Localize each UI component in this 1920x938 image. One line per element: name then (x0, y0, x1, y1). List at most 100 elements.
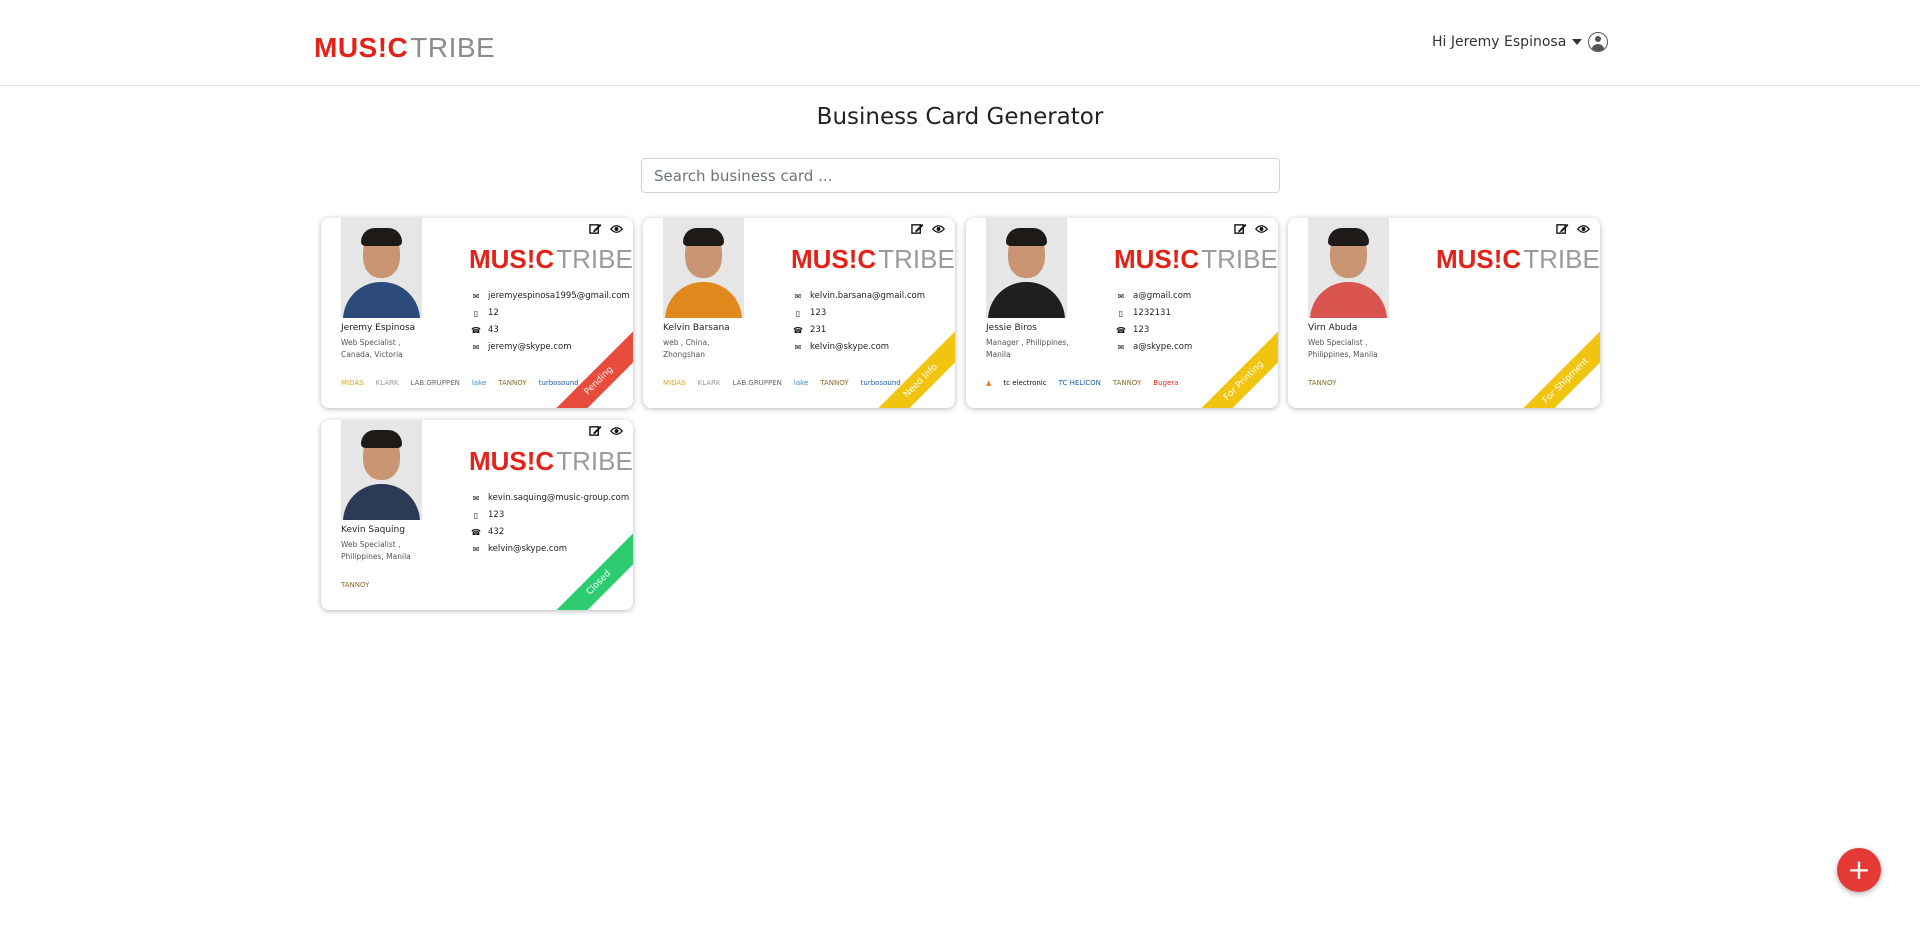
card-role-location: Philippines, Manila (341, 552, 411, 561)
card-role: web , China, Zhongshan (663, 337, 763, 361)
phone-icon: ☎ (1116, 326, 1126, 335)
contact-skype: jeremy@skype.com (488, 342, 572, 352)
eye-icon[interactable] (610, 223, 623, 235)
card-role-title: web , China, (663, 338, 710, 347)
card-name: Virn Abuda (1308, 323, 1358, 333)
card-logo: MUS!CTRIBE (1436, 244, 1600, 275)
edit-icon[interactable] (589, 425, 602, 437)
email-icon: ✉ (472, 292, 480, 301)
contact-mobile: 123 (488, 510, 505, 520)
contact-mobile: 1232131 (1133, 308, 1171, 318)
card-name: Jessie Biros (986, 323, 1037, 333)
card-role-title: Web Specialist , (341, 338, 401, 347)
card-role: Web Specialist , Philippines, Manila (341, 539, 441, 563)
brand-logo: turbosound (538, 379, 579, 387)
card-contacts: ✉ kevin.saquing@music-group.com ▯ 123 ☎ 432 ✉ k… (471, 490, 629, 558)
card-name: Kevin Saquing (341, 525, 405, 535)
brand-logo: TANNOY (1308, 379, 1337, 387)
contact-email: a@gmail.com (1133, 291, 1192, 301)
business-card[interactable]: Virn Abuda Web Specialist , Philippines,… (1288, 218, 1600, 408)
brand-logo: KLARK (697, 379, 721, 387)
user-greeting: Hi Jeremy Espinosa (1432, 34, 1567, 50)
edit-icon[interactable] (1234, 223, 1247, 235)
eye-icon[interactable] (932, 223, 945, 235)
brand-logo: lake (471, 379, 487, 387)
card-actions (589, 223, 623, 235)
contact-email: kelvin.barsana@gmail.com (810, 291, 925, 301)
card-logo-tribe: TRIBE (556, 244, 633, 274)
page-title: Business Card Generator (816, 104, 1104, 130)
phone-icon: ☎ (471, 326, 481, 335)
brand-logo: tc electronic (1003, 379, 1047, 387)
user-menu-toggle[interactable]: Hi Jeremy Espinosa (1432, 31, 1609, 53)
status-ribbon: For Printing (1190, 327, 1278, 408)
edit-icon[interactable] (589, 223, 602, 235)
contact-skype: a@skype.com (1133, 342, 1193, 352)
brand-logo: Bugera (1153, 379, 1179, 387)
eye-icon[interactable] (610, 425, 623, 437)
card-role: Web Specialist , Philippines, Manila (1308, 337, 1408, 361)
brand-logo: TANNOY (820, 379, 849, 387)
eye-icon[interactable] (1255, 223, 1268, 235)
card-role: Manager , Philippines, Manila (986, 337, 1086, 361)
profile-photo (1308, 218, 1389, 318)
brand-logo: TC HELICON (1058, 379, 1101, 387)
card-logo-tribe: TRIBE (1523, 244, 1600, 274)
card-name: Kelvin Barsana (663, 323, 730, 333)
mobile-icon: ▯ (473, 309, 479, 318)
phone-icon: ☎ (471, 528, 481, 537)
contact-row-skype: ✉ kelvin@skype.com (471, 541, 629, 558)
card-logo-music: MUS!C (469, 446, 555, 476)
contact-row-phone: ☎ 231 (793, 322, 925, 339)
brand-logo: lake (793, 379, 809, 387)
brand-logo: MIDAS (341, 379, 364, 387)
card-contacts: ✉ jeremyespinosa1995@gmail.com ▯ 12 ☎ 43 ✉ jere… (471, 288, 630, 356)
card-logo: MUS!CTRIBE (469, 244, 633, 275)
skype-icon: ✉ (794, 343, 802, 352)
contact-phone: 231 (810, 325, 827, 335)
card-logo-music: MUS!C (1436, 244, 1522, 274)
contact-row-mobile: ▯ 1232131 (1116, 305, 1192, 322)
skype-icon: ✉ (472, 343, 480, 352)
business-card[interactable]: Jeremy Espinosa Web Specialist , Canada,… (321, 218, 633, 408)
business-card[interactable]: Kelvin Barsana web , China, Zhongshan MU… (643, 218, 955, 408)
brand-logo: MIDAS (663, 379, 686, 387)
business-card[interactable]: Kevin Saquing Web Specialist , Philippin… (321, 420, 633, 610)
phone-icon: ☎ (793, 326, 803, 335)
card-brands: ▲ tc electronic TC HELICON TANNOY Bugera (986, 379, 1190, 387)
music-tribe-logo[interactable]: MUS!CTRIBE (314, 32, 495, 64)
top-header: MUS!CTRIBE Hi Jeremy Espinosa (0, 0, 1920, 86)
business-card[interactable]: Jessie Biros Manager , Philippines, Mani… (966, 218, 1278, 408)
edit-icon[interactable] (1556, 223, 1569, 235)
status-ribbon: For Shipment (1512, 327, 1600, 408)
profile-photo (663, 218, 744, 318)
card-logo-tribe: TRIBE (1201, 244, 1278, 274)
add-card-button[interactable]: + (1837, 848, 1881, 892)
brand-logo: TANNOY (341, 581, 370, 589)
card-logo: MUS!CTRIBE (791, 244, 955, 275)
card-role-title: Manager , Philippines, (986, 338, 1069, 347)
caret-down-icon (1572, 39, 1583, 45)
card-logo: MUS!CTRIBE (1114, 244, 1278, 275)
eye-icon[interactable] (1577, 223, 1590, 235)
contact-email: jeremyespinosa1995@gmail.com (488, 291, 630, 301)
card-role-title: Web Specialist , (341, 540, 401, 549)
contact-mobile: 12 (488, 308, 499, 318)
card-actions (911, 223, 945, 235)
contact-row-phone: ☎ 43 (471, 322, 630, 339)
card-actions (1234, 223, 1268, 235)
card-logo-tribe: TRIBE (556, 446, 633, 476)
contact-row-mobile: ▯ 123 (793, 305, 925, 322)
card-actions (1556, 223, 1590, 235)
contact-email: kevin.saquing@music-group.com (488, 493, 630, 503)
logo-music-text: MUS!C (314, 32, 409, 63)
edit-icon[interactable] (911, 223, 924, 235)
brand-logo: LAB.GRUPPEN (410, 379, 460, 387)
card-name: Jeremy Espinosa (341, 323, 416, 333)
brand-logo: ▲ (986, 379, 992, 387)
search-input[interactable] (641, 158, 1280, 193)
profile-photo (986, 218, 1067, 318)
logo-tribe-text: TRIBE (410, 32, 496, 63)
mobile-icon: ▯ (473, 511, 479, 520)
card-role-location: Manila (986, 350, 1011, 359)
